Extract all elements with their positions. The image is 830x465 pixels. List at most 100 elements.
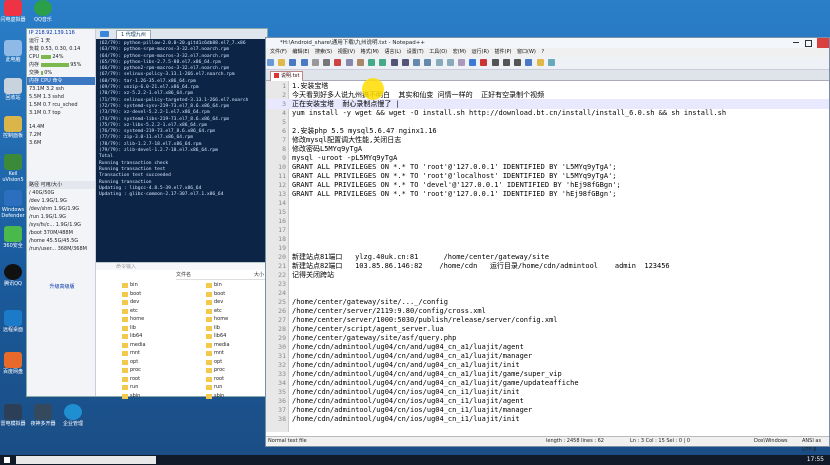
desktop-shortcut-10[interactable]: 远程桌面 (0, 310, 26, 333)
close-icon[interactable] (817, 38, 829, 48)
folder-icon[interactable] (100, 31, 109, 37)
new-file-icon[interactable] (267, 59, 274, 66)
menu-window[interactable]: 窗口(W) (517, 49, 536, 55)
tree-item[interactable]: opt (120, 358, 192, 367)
menu-format[interactable]: 格式(M) (361, 49, 379, 55)
menu-bar: 文件(F) 编辑(E) 搜索(S) 视图(V) 格式(M) 语言(L) 设置(T… (266, 48, 829, 57)
folder-icon[interactable] (536, 59, 544, 66)
folder-tree: bin boot dev etc home lib lib64 media mn… (120, 281, 192, 400)
menu-tools[interactable]: 工具(O) (429, 49, 447, 55)
indent-icon[interactable] (457, 59, 465, 66)
server-status-panel: IP 218.92.139.116 运行 1 天 负载 0.53, 0.30, … (27, 29, 96, 396)
search-box[interactable] (16, 456, 156, 464)
desktop-shortcut-8[interactable]: 360安全 (0, 226, 26, 249)
desktop-shortcut-11[interactable]: 百度网盘 (0, 352, 26, 375)
status-eol: Dos\Windows (754, 438, 788, 444)
close-file-icon[interactable] (311, 59, 319, 66)
find-icon[interactable] (390, 59, 398, 66)
desktop-shortcut-5[interactable]: 控制面板 (0, 116, 26, 139)
tree-item[interactable]: dev (120, 298, 192, 307)
cpu-row: CPU 24% (29, 54, 64, 60)
tree-item[interactable]: lib64 (120, 332, 192, 341)
window-title: *H:\Android_share\通用下载\九州说明.txt - Notepa… (266, 38, 829, 48)
save-icon[interactable] (289, 59, 297, 66)
maximize-icon[interactable] (805, 40, 812, 47)
tree-item[interactable]: mnt (120, 349, 192, 358)
tree-item[interactable]: etc (120, 307, 192, 316)
cut-icon[interactable] (334, 59, 342, 66)
terminal-output[interactable]: (62/79): python-pillow-2.0.0-20.gitd1c6d… (96, 39, 266, 262)
show-all-icon[interactable] (469, 59, 477, 66)
menu-view[interactable]: 视图(V) (338, 49, 355, 55)
command-input-bar[interactable]: 命令输入 (96, 262, 267, 270)
disk-row: /run 1.9G/1.9G (29, 214, 67, 220)
menu-macro[interactable]: 宏(M) (453, 49, 466, 55)
play-multiple-icon[interactable] (514, 59, 522, 66)
editor-line[interactable]: 38/home/cdn/admintool/ug04/cn/ios/ug04_c… (266, 414, 829, 424)
recycle-bin-icon (4, 78, 22, 94)
tree-item[interactable]: boot (120, 290, 192, 299)
copy-icon[interactable] (345, 59, 353, 66)
tree-item[interactable]: root (120, 375, 192, 384)
tree-item[interactable]: proc (120, 366, 192, 375)
desktop-shortcut-14[interactable]: 企业管理 (60, 404, 86, 427)
disk-row: /run/user... 368M/368M (29, 246, 87, 252)
app-icon (4, 0, 22, 16)
sync-icon[interactable] (435, 59, 443, 66)
redo-icon[interactable] (379, 59, 387, 66)
tree-item[interactable]: run (120, 383, 192, 392)
paste-icon[interactable] (356, 59, 364, 66)
desktop-shortcut-6[interactable]: Keil uVision5 (0, 154, 26, 183)
text-editor[interactable]: 1 1.安装宝塔 2 今天看到好多人说九州搞不明白 其实和仙变 问情一样的 正好有空录… (266, 81, 829, 432)
menu-edit[interactable]: 编辑(E) (292, 49, 309, 55)
play-icon[interactable] (502, 59, 510, 66)
upgrade-link[interactable]: 升级高级版 (27, 283, 95, 291)
print-icon[interactable] (323, 59, 331, 66)
desktop-shortcut-1[interactable]: 闪电虚拟器 (0, 0, 26, 23)
record-icon[interactable] (480, 59, 488, 66)
keil-icon (4, 154, 22, 170)
open-file-icon[interactable] (278, 59, 286, 66)
mouse-highlight (362, 78, 384, 100)
zoom-in-icon[interactable] (413, 59, 421, 66)
save-all-icon[interactable] (300, 59, 308, 66)
desktop-shortcut-3[interactable]: 此电脑 (0, 40, 26, 63)
save-macro-icon[interactable] (525, 59, 533, 66)
proc-row: 1.5M 0.7 rcu_sched (29, 102, 78, 108)
app-icon (34, 0, 52, 16)
clock[interactable]: 17:55 (807, 455, 824, 465)
function-list-icon[interactable] (547, 59, 555, 66)
desktop-shortcut-2[interactable]: QQ音乐 (30, 0, 56, 23)
zoom-out-icon[interactable] (424, 59, 432, 66)
replace-icon[interactable] (401, 59, 409, 66)
desktop-shortcut-9[interactable]: 腾讯QQ (0, 264, 26, 287)
menu-settings[interactable]: 设置(T) (407, 49, 424, 55)
status-encoding: ANSI as UTF-8 (802, 438, 822, 453)
menu-language[interactable]: 语言(L) (384, 49, 401, 55)
start-icon[interactable] (4, 457, 10, 463)
menu-run[interactable]: 运行(R) (472, 49, 489, 55)
minimize-icon[interactable] (793, 42, 799, 43)
disk-row: /dev 1.9G/1.9G (29, 198, 67, 204)
computer-icon (4, 40, 22, 56)
tab-document[interactable]: 说明.txt (270, 71, 304, 81)
tree-item[interactable]: bin (120, 281, 192, 290)
wrap-icon[interactable] (446, 59, 454, 66)
tree-item[interactable]: media (120, 341, 192, 350)
menu-plugins[interactable]: 插件(P) (495, 49, 512, 55)
menu-file[interactable]: 文件(F) (270, 49, 287, 55)
desktop-shortcut-13[interactable]: 夜神多开器 (30, 404, 56, 427)
line-text: /home/cdn/admintool/ug04/cn/ios/ug04_cn_… (292, 415, 520, 423)
desktop-shortcut-12[interactable]: 雷电模拟器 (0, 404, 26, 427)
menu-search[interactable]: 搜索(S) (315, 49, 332, 55)
desktop-shortcut-7[interactable]: Windows Defender (0, 190, 26, 219)
desktop-shortcut-4[interactable]: 回收站 (0, 78, 26, 101)
tree-item[interactable]: sbin (120, 392, 192, 401)
tree-item[interactable]: lib (120, 324, 192, 333)
undo-icon[interactable] (368, 59, 376, 66)
stop-icon[interactable] (491, 59, 499, 66)
tree-item[interactable]: home (120, 315, 192, 324)
status-length: length : 2458 lines : 62 (546, 438, 604, 444)
menu-help[interactable]: ? (541, 49, 544, 55)
status-file-type: Normal text file (268, 438, 307, 444)
